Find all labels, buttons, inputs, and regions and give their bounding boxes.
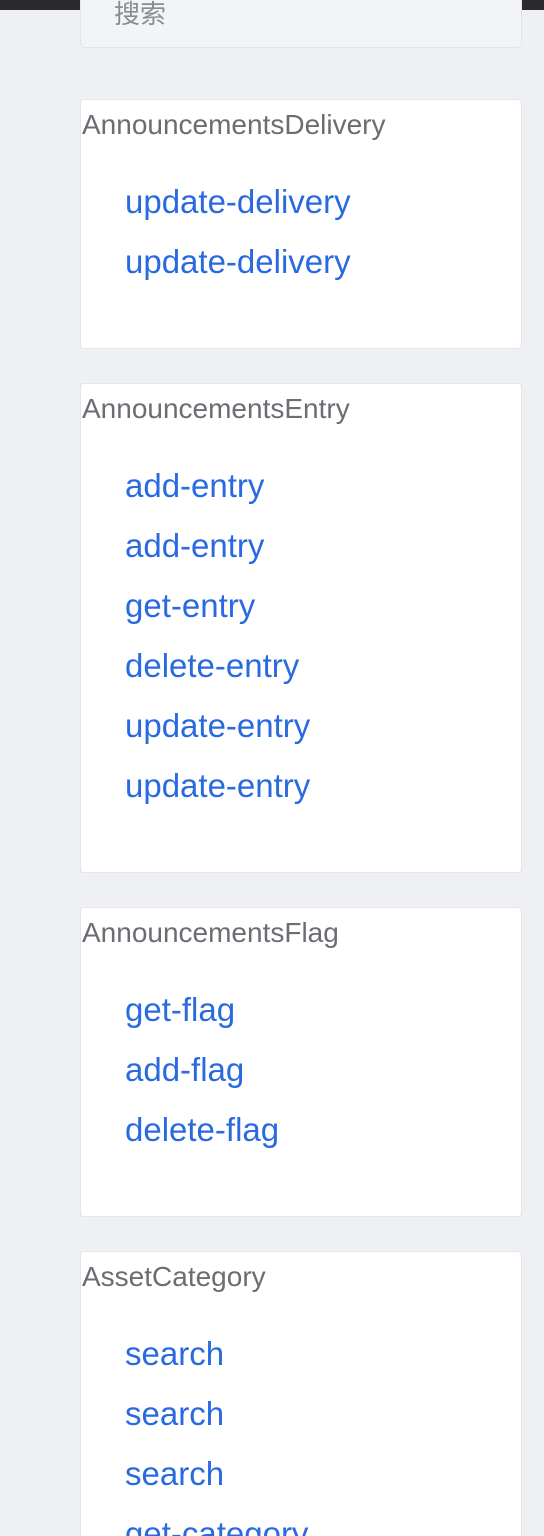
- group-title: AssetCategory: [82, 1261, 266, 1292]
- method-link[interactable]: delete-entry: [125, 646, 310, 686]
- link-list: add-entry add-entry get-entry delete-ent…: [125, 466, 310, 826]
- method-link[interactable]: search: [125, 1394, 308, 1434]
- list-item: search: [125, 1334, 308, 1394]
- method-link[interactable]: update-entry: [125, 706, 310, 746]
- list-item: search: [125, 1454, 308, 1514]
- list-item: delete-entry: [125, 646, 310, 706]
- group-card-announcements-flag: AnnouncementsFlag get-flag add-flag dele…: [80, 907, 522, 1217]
- list-item: add-entry: [125, 466, 310, 526]
- method-link[interactable]: add-entry: [125, 526, 310, 566]
- method-link[interactable]: update-delivery: [125, 182, 351, 222]
- group-title: AnnouncementsDelivery: [82, 109, 386, 140]
- method-link[interactable]: update-entry: [125, 766, 310, 806]
- link-list: search search search get-category: [125, 1334, 308, 1536]
- method-link[interactable]: get-flag: [125, 990, 279, 1030]
- method-link[interactable]: search: [125, 1334, 308, 1374]
- list-item: update-delivery: [125, 242, 351, 302]
- list-item: update-delivery: [125, 182, 351, 242]
- list-item: update-entry: [125, 766, 310, 826]
- link-list: get-flag add-flag delete-flag: [125, 990, 279, 1170]
- list-item: get-entry: [125, 586, 310, 646]
- method-link[interactable]: add-flag: [125, 1050, 279, 1090]
- list-item: delete-flag: [125, 1110, 279, 1170]
- search-panel[interactable]: 搜索: [80, 0, 522, 48]
- group-title: AnnouncementsEntry: [82, 393, 350, 424]
- list-item: get-category: [125, 1514, 308, 1536]
- method-link[interactable]: get-category: [125, 1514, 308, 1536]
- list-item: update-entry: [125, 706, 310, 766]
- method-link[interactable]: update-delivery: [125, 242, 351, 282]
- method-link[interactable]: add-entry: [125, 466, 310, 506]
- group-card-announcements-delivery: AnnouncementsDelivery update-delivery up…: [80, 99, 522, 349]
- group-card-asset-category: AssetCategory search search search get-c…: [80, 1251, 522, 1536]
- method-link[interactable]: search: [125, 1454, 308, 1494]
- group-card-announcements-entry: AnnouncementsEntry add-entry add-entry g…: [80, 383, 522, 873]
- search-label: 搜索: [114, 0, 167, 29]
- list-item: add-flag: [125, 1050, 279, 1110]
- link-list: update-delivery update-delivery: [125, 182, 351, 302]
- group-title: AnnouncementsFlag: [82, 917, 339, 948]
- method-link[interactable]: delete-flag: [125, 1110, 279, 1150]
- list-item: add-entry: [125, 526, 310, 586]
- list-item: search: [125, 1394, 308, 1454]
- list-item: get-flag: [125, 990, 279, 1050]
- method-link[interactable]: get-entry: [125, 586, 310, 626]
